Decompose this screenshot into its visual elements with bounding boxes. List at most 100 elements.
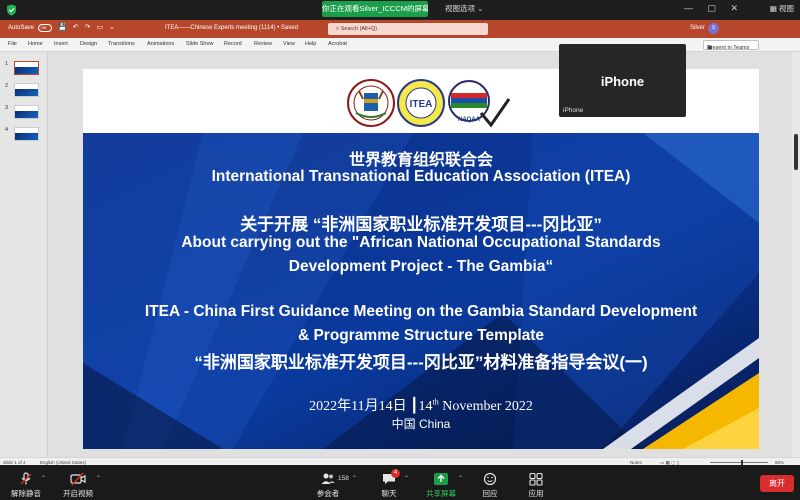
chat-button[interactable]: 聊天	[374, 465, 404, 500]
chat-label: 聊天	[381, 489, 397, 498]
start-video-button[interactable]: 开启视频	[60, 465, 96, 500]
view-options-label: 视图选项	[445, 4, 475, 13]
reactions-button[interactable]: 回应	[478, 465, 502, 500]
tab-view[interactable]: View	[283, 41, 295, 47]
share-screen-button[interactable]: 共享屏幕	[424, 465, 458, 500]
minimize-icon[interactable]: —	[684, 3, 693, 13]
slide-date-rest: November 2022	[442, 399, 533, 414]
chevron-up-icon[interactable]: ⌃	[41, 475, 46, 482]
tab-insert[interactable]: Insert	[54, 41, 68, 47]
slide-thumbnail-2[interactable]	[14, 83, 39, 97]
tab-acrobat[interactable]: Acrobat	[328, 41, 347, 47]
participants-icon	[321, 473, 335, 484]
emoji-icon	[483, 472, 497, 486]
slide-thumbnail-1[interactable]	[14, 61, 39, 75]
thumbnail-number: 2	[5, 83, 9, 89]
tab-animations[interactable]: Animations	[147, 41, 174, 47]
thumbnail-number: 4	[5, 127, 9, 133]
avatar[interactable]: S	[708, 23, 719, 34]
sharing-banner: 你正在观看Silver_ICCCM的屏幕	[322, 1, 428, 17]
autosave-toggle[interactable]: Off	[38, 24, 52, 32]
slide-en-project-line1: About carrying out the "African National…	[181, 234, 661, 251]
slide-location: 中国 China	[391, 417, 451, 431]
ppt-title-bar: AutoSave Off 💾↶↷▭⌄ ITEA——Chinese Experts…	[0, 20, 800, 38]
thumbnail-number: 1	[5, 61, 9, 67]
slide-date-cn: 2022年11月14日	[309, 399, 407, 414]
chevron-up-icon[interactable]: ⌃	[458, 475, 463, 482]
participants-button[interactable]: 参会者	[312, 465, 344, 500]
participant-video-tile[interactable]: iPhone iPhone	[559, 44, 686, 117]
slide-thumbnail-3[interactable]	[14, 105, 39, 119]
chevron-up-icon[interactable]: ⌃	[96, 475, 101, 482]
view-button[interactable]: ▦ 视图	[770, 3, 794, 14]
search-placeholder: Search (Alt+Q)	[340, 26, 378, 32]
slide-en-meeting-line1: ITEA - China First Guidance Meeting on t…	[144, 303, 698, 320]
thumbnail-number: 3	[5, 105, 9, 111]
participants-label: 参会者	[316, 489, 340, 498]
user-name: Silver	[690, 25, 706, 31]
naqaa-logo-text: NAQAA	[458, 117, 481, 123]
chevron-up-icon[interactable]: ⌃	[352, 475, 357, 482]
unmute-button[interactable]: 解除静音	[8, 465, 44, 500]
autosave-label: AutoSave	[8, 25, 35, 31]
slide-counter: Slide 1 of 4	[3, 459, 26, 465]
chevron-up-icon[interactable]: ⌃	[404, 475, 409, 482]
date-separator: ┃	[410, 399, 419, 414]
slide-thumbnail-4[interactable]	[14, 127, 39, 141]
leave-meeting-button[interactable]: 离开	[760, 475, 794, 492]
shield-icon[interactable]	[6, 4, 17, 16]
microphone-muted-icon	[20, 472, 32, 485]
window-controls: — ▢ ✕	[684, 3, 738, 14]
tab-review[interactable]: Review	[254, 41, 272, 47]
tab-design[interactable]: Design	[80, 41, 97, 47]
chevron-down-icon: ⌄	[477, 4, 484, 13]
slide-en-project-line2: Development Project - The Gambia“	[288, 258, 554, 275]
tab-transitions[interactable]: Transitions	[108, 41, 135, 47]
close-icon[interactable]: ✕	[730, 3, 738, 13]
reactions-label: 回应	[482, 489, 498, 498]
participant-name: iPhone	[600, 74, 645, 89]
search-input[interactable]: ⌕ Search (Alt+Q)	[328, 23, 488, 35]
zoom-slider-knob[interactable]	[741, 459, 743, 465]
zoom-level[interactable]: 85%	[775, 460, 784, 465]
tab-slide-show[interactable]: Slide Show	[186, 41, 214, 47]
view-button-label: 视图	[779, 4, 794, 13]
tab-help[interactable]: Help	[305, 41, 316, 47]
tab-record[interactable]: Record	[224, 41, 242, 47]
zoom-meeting-toolbar: 解除静音 ⌃ 开启视频 ⌃ 参会者 158 ⌃ 聊天 4 ⌃ 共享屏幕 ⌃ 回应…	[0, 465, 800, 500]
slide-date-suffix: th	[432, 397, 439, 407]
view-options-menu[interactable]: 视图选项 ⌄	[445, 1, 483, 17]
participant-tag: iPhone	[563, 107, 584, 114]
grid-icon: ▦	[769, 4, 777, 13]
slide-cn-project-title: 关于开展 “非洲国家职业标准开发项目---冈比亚”	[240, 215, 602, 234]
apps-button[interactable]: 应用	[524, 465, 548, 500]
slide-date: 2022年11月14日 ┃14th November 2022	[83, 395, 759, 415]
video-off-icon	[70, 472, 86, 486]
slide-canvas[interactable]: ITEA NAQAA 世界教育组织联合会 International Trans…	[83, 69, 759, 449]
tab-file[interactable]: File	[8, 41, 17, 47]
language-indicator[interactable]: English (United States)	[40, 460, 86, 465]
naqaa-logo: NAQAA	[448, 80, 511, 128]
quick-access-toolbar[interactable]: 💾↶↷▭⌄	[58, 23, 121, 31]
notes-button[interactable]: Notes	[630, 460, 642, 465]
document-title: ITEA——Chinese Experts meeting (1114) • S…	[165, 25, 298, 31]
present-in-teams-button[interactable]: ▣ Present in Teams	[703, 40, 759, 51]
scrollbar-thumb[interactable]	[794, 134, 798, 170]
start-video-label: 开启视频	[63, 489, 93, 498]
slide-cn-org-title: 世界教育组织联合会	[348, 152, 493, 169]
itea-logo: ITEA	[397, 79, 445, 127]
tab-home[interactable]: Home	[28, 41, 43, 47]
unmute-label: 解除静音	[11, 489, 41, 498]
itea-logo-text: ITEA	[410, 99, 433, 110]
slide-cn-meeting-title: “非洲国家职业标准开发项目---冈比亚”材料准备指导会议(一)	[194, 353, 648, 372]
screen: 你正在观看Silver_ICCCM的屏幕 视图选项 ⌄ — ▢ ✕ ▦ 视图 A…	[0, 0, 800, 500]
vertical-scrollbar[interactable]	[792, 52, 800, 457]
maximize-icon[interactable]: ▢	[707, 3, 716, 13]
share-screen-label: 共享屏幕	[426, 489, 456, 498]
slide-date-day: 14	[418, 399, 433, 414]
slide-thumbnail-pane: 1 2 3 4	[0, 52, 48, 457]
apps-icon	[529, 472, 543, 486]
slide-en-org-title: International Transnational Education As…	[211, 168, 631, 185]
zoom-slider[interactable]	[710, 461, 768, 463]
status-bar: Slide 1 of 4 English (United States) Not…	[0, 457, 800, 465]
